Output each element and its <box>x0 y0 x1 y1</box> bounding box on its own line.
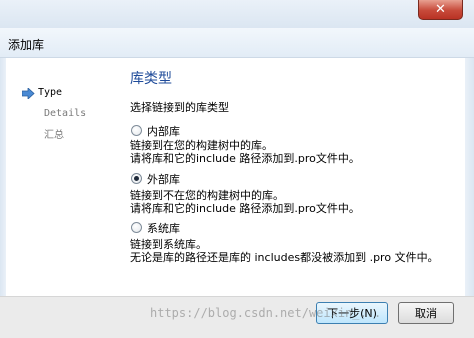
close-icon: ✕ <box>435 2 446 17</box>
step-details: Details <box>44 108 87 119</box>
close-button[interactable]: ✕ <box>418 0 463 20</box>
internal-library-desc-2: 请将库和它的include 路径添加到.pro文件中。 <box>130 152 360 165</box>
cancel-button[interactable]: 取消 <box>398 302 454 324</box>
current-step-arrow-icon <box>22 88 35 99</box>
external-library-desc-2: 请将库和它的include 路径添加到.pro文件中。 <box>130 202 360 215</box>
page-prompt: 选择链接到的库类型 <box>130 101 229 114</box>
external-library-radio[interactable] <box>131 173 142 184</box>
system-library-label[interactable]: 系统库 <box>147 220 180 236</box>
window-titlebar[interactable] <box>0 0 474 28</box>
internal-library-radio[interactable] <box>131 125 142 136</box>
step-summary: 汇总 <box>44 130 64 141</box>
system-library-radio[interactable] <box>131 222 142 233</box>
step-type: Type <box>38 87 63 98</box>
dialog-header <box>0 28 474 58</box>
internal-library-label[interactable]: 内部库 <box>147 123 180 139</box>
external-library-label[interactable]: 外部库 <box>147 171 180 187</box>
system-library-desc-2: 无论是库的路径还是库的 includes都没被添加到 .pro 文件中。 <box>130 251 439 264</box>
page-title: 库类型 <box>130 71 172 87</box>
right-frame <box>465 58 474 296</box>
external-library-desc-1: 链接到不在您的构建树中的库。 <box>130 189 284 202</box>
dialog-title: 添加库 <box>8 38 45 52</box>
internal-library-desc-1: 链接到在您的构建树中的库。 <box>130 139 273 152</box>
watermark-text: https://blog.csdn.net/weixin_... <box>150 306 382 320</box>
system-library-desc-1: 链接到系统库。 <box>130 238 207 251</box>
